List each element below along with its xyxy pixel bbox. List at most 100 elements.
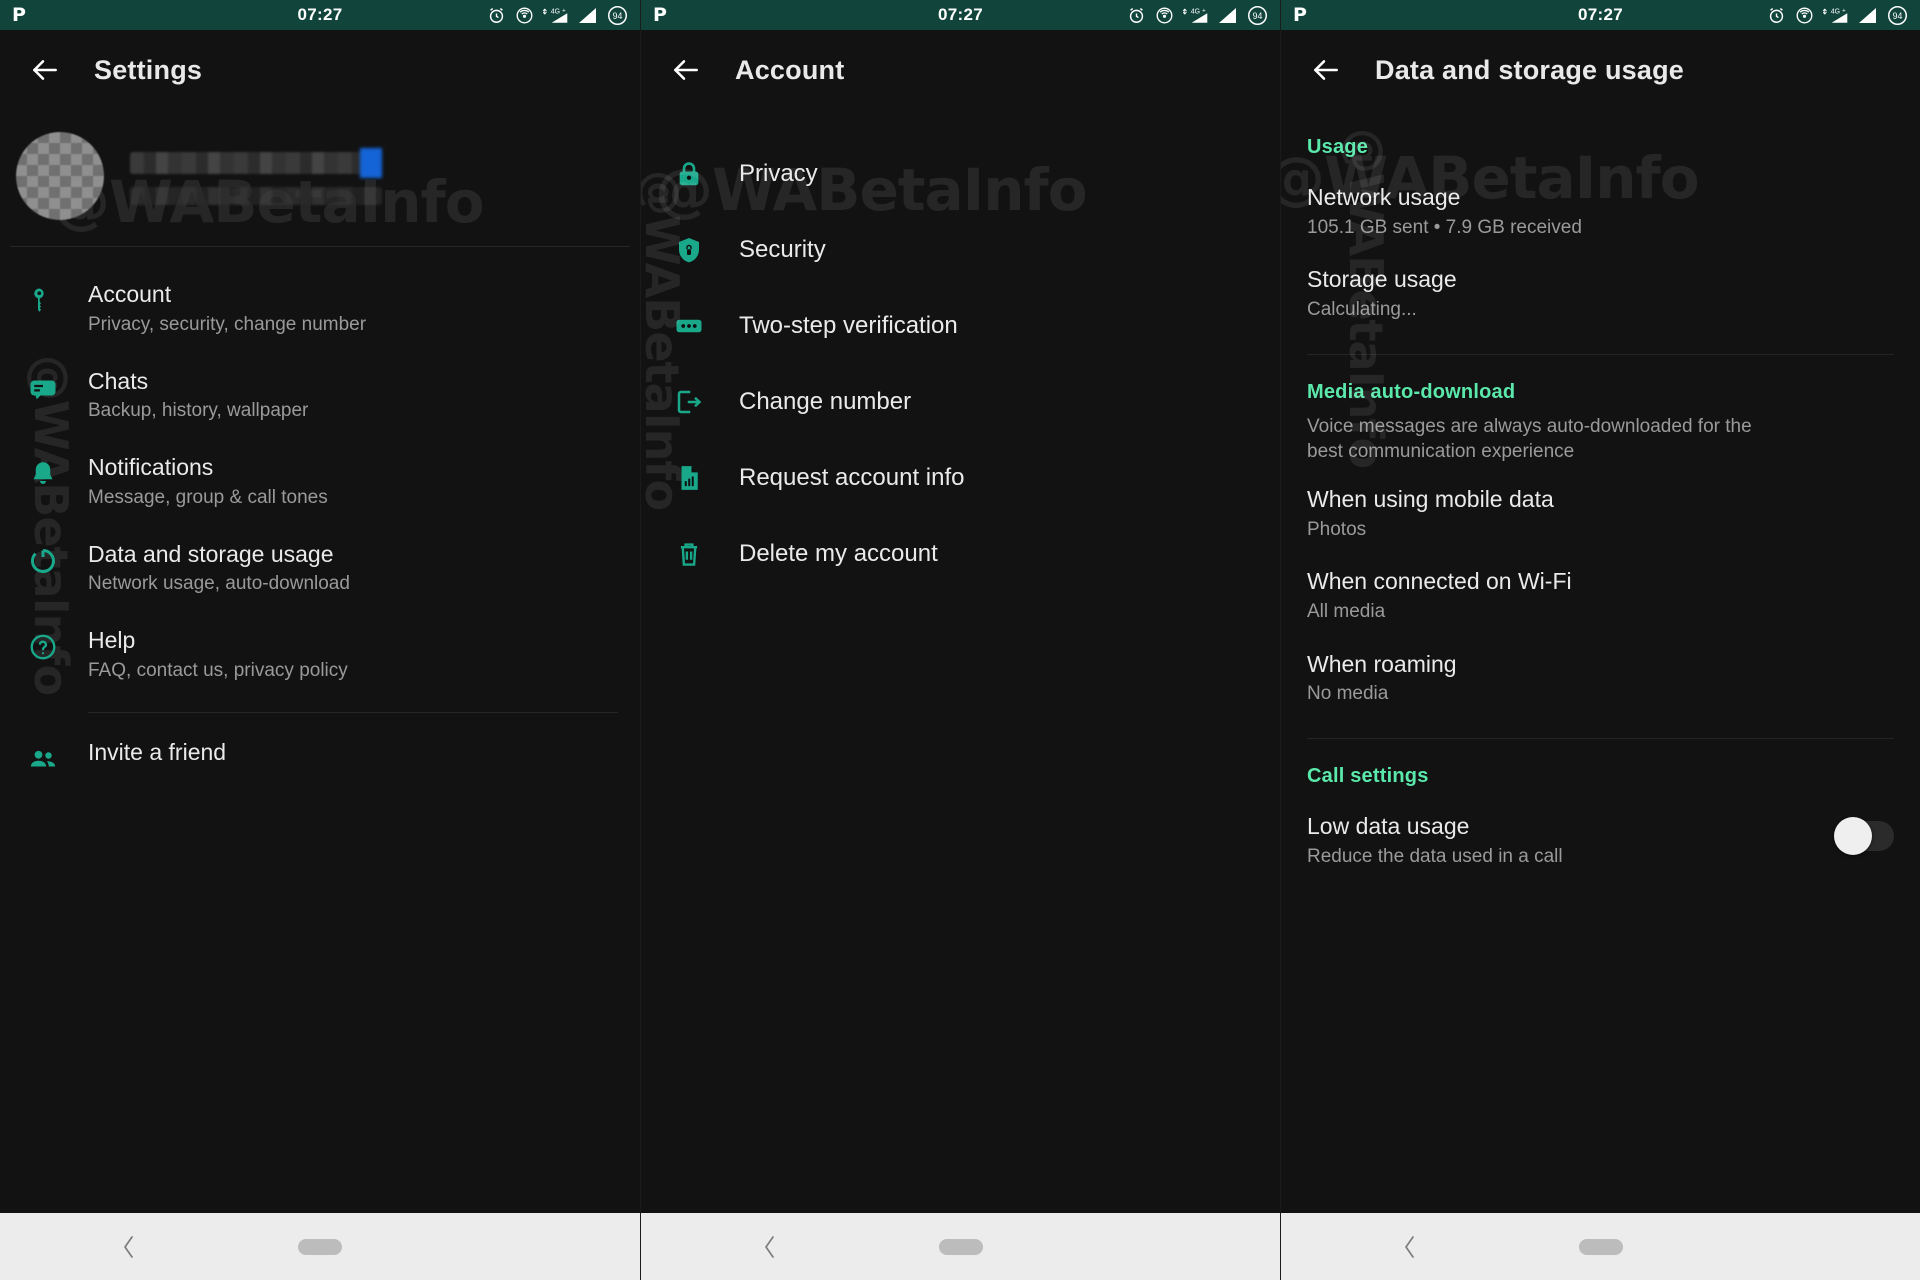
settings-item-title: Data and storage usage xyxy=(88,540,350,569)
status-bar-clock: 07:27 xyxy=(1483,5,1718,25)
account-item-request-account-info[interactable]: Request account info xyxy=(641,440,1280,516)
settings-app-bar: Settings xyxy=(0,30,640,110)
data-item-storage-usage[interactable]: Storage usage Calculating... xyxy=(1307,245,1894,327)
status-bar-icons: 4G + 94 xyxy=(438,5,628,26)
data-item-subtitle: Calculating... xyxy=(1307,299,1457,322)
account-item-title: Security xyxy=(739,236,826,264)
svg-text:4G: 4G xyxy=(1191,8,1200,15)
data-item-title: When using mobile data xyxy=(1307,486,1554,514)
settings-item-text: Notifications Message, group & call tone… xyxy=(88,453,328,510)
data-item-title: When roaming xyxy=(1307,651,1457,679)
data-item-text: When using mobile data Photos xyxy=(1307,486,1554,541)
battery-level-text: 94 xyxy=(1893,11,1903,21)
data-item-when-connected-on-wifi[interactable]: When connected on Wi-Fi All media xyxy=(1307,547,1894,629)
data-item-when-roaming[interactable]: When roaming No media xyxy=(1307,630,1894,712)
account-item-delete-my-account[interactable]: Delete my account xyxy=(641,516,1280,592)
settings-item-data-and-storage-usage[interactable]: Data and storage usage Network usage, au… xyxy=(0,525,640,612)
data-item-subtitle: Reduce the data used in a call xyxy=(1307,846,1563,869)
back-button[interactable] xyxy=(22,47,68,93)
data-item-subtitle: Photos xyxy=(1307,519,1554,542)
hotspot-icon xyxy=(515,6,534,25)
settings-item-title: Notifications xyxy=(88,453,328,482)
data-usage-icon xyxy=(26,540,60,576)
bell-icon xyxy=(26,453,60,489)
battery-icon: 94 xyxy=(607,5,628,26)
panel-account: P 07:27 4G xyxy=(640,0,1280,1280)
section-media-auto-download: Media auto-download Voice messages are a… xyxy=(1281,355,1920,739)
data-item-title: When connected on Wi-Fi xyxy=(1307,568,1572,596)
data-4g-icon: 4G + xyxy=(1823,5,1849,25)
data-item-network-usage[interactable]: Network usage 105.1 GB sent • 7.9 GB rec… xyxy=(1307,163,1894,245)
key-icon xyxy=(26,280,60,316)
settings-item-subtitle: Network usage, auto-download xyxy=(88,572,350,596)
battery-icon: 94 xyxy=(1887,5,1908,26)
account-item-security[interactable]: Security xyxy=(641,212,1280,288)
status-bar: P 07:27 4G xyxy=(1281,0,1920,30)
settings-content: @WABetaInfo @WABetaInfo xyxy=(0,110,640,1213)
account-item-change-number[interactable]: Change number xyxy=(641,364,1280,440)
data-item-subtitle: All media xyxy=(1307,601,1572,624)
account-app-bar: Account xyxy=(641,30,1280,110)
account-item-title: Two-step verification xyxy=(739,312,958,340)
three-panel-screenshot: P 07:27 4G xyxy=(0,0,1920,1280)
account-list: Privacy Security xyxy=(641,110,1280,592)
help-icon xyxy=(26,626,60,662)
battery-level-text: 94 xyxy=(613,11,623,21)
nav-back-button[interactable] xyxy=(118,1232,140,1262)
profile-status-redacted xyxy=(130,187,382,205)
nav-home-pill[interactable] xyxy=(1579,1239,1623,1255)
nav-home-pill[interactable] xyxy=(298,1239,342,1255)
account-item-two-step-verification[interactable]: Two-step verification xyxy=(641,288,1280,364)
settings-item-notifications[interactable]: Notifications Message, group & call tone… xyxy=(0,438,640,525)
settings-item-invite-a-friend[interactable]: Invite a friend xyxy=(0,723,640,789)
section-usage: Usage Network usage 105.1 GB sent • 7.9 … xyxy=(1281,110,1920,355)
account-item-title: Delete my account xyxy=(739,540,938,568)
profile-name-redacted xyxy=(130,152,378,174)
hotspot-icon xyxy=(1155,6,1174,25)
profile-text xyxy=(130,148,620,205)
document-icon xyxy=(671,463,707,493)
status-bar-clock: 07:27 xyxy=(843,5,1078,25)
svg-text:4G: 4G xyxy=(1831,8,1840,15)
status-bar: P 07:27 4G xyxy=(0,0,640,30)
battery-level-text: 94 xyxy=(1253,11,1263,21)
data-item-when-using-mobile-data[interactable]: When using mobile data Photos xyxy=(1307,465,1894,547)
section-heading: Usage xyxy=(1307,110,1894,163)
settings-item-chats[interactable]: Chats Backup, history, wallpaper xyxy=(0,352,640,439)
section-call-settings: Call settings Low data usage Reduce the … xyxy=(1281,739,1920,874)
settings-item-subtitle: Message, group & call tones xyxy=(88,486,328,510)
page-title: Account xyxy=(735,55,844,86)
section-note: Voice messages are always auto-downloade… xyxy=(1307,408,1777,465)
account-item-title: Change number xyxy=(739,388,911,416)
settings-item-account[interactable]: Account Privacy, security, change number xyxy=(0,265,640,352)
change-number-icon xyxy=(671,387,707,417)
back-button[interactable] xyxy=(663,47,709,93)
svg-text:+: + xyxy=(1202,8,1206,14)
data-item-subtitle: 105.1 GB sent • 7.9 GB received xyxy=(1307,217,1582,240)
settings-item-help[interactable]: Help FAQ, contact us, privacy policy xyxy=(0,611,640,698)
account-content: @WABetaInfo @WABetaInfo Privacy xyxy=(641,110,1280,1213)
page-title: Data and storage usage xyxy=(1375,55,1684,86)
nav-back-button[interactable] xyxy=(759,1232,781,1262)
settings-item-text: Invite a friend xyxy=(88,738,226,767)
two-step-icon xyxy=(671,311,707,341)
settings-item-subtitle: Backup, history, wallpaper xyxy=(88,399,308,423)
android-nav-bar xyxy=(0,1213,640,1280)
panel-data-and-storage-usage: P 07:27 4G xyxy=(1280,0,1920,1280)
svg-text:+: + xyxy=(1842,8,1846,14)
signal-icon xyxy=(1218,6,1238,24)
account-item-privacy[interactable]: Privacy xyxy=(641,136,1280,212)
section-heading: Call settings xyxy=(1307,739,1894,792)
profile-row[interactable] xyxy=(0,110,640,246)
data-4g-icon: 4G + xyxy=(1183,5,1209,25)
low-data-usage-toggle[interactable] xyxy=(1838,821,1894,851)
shield-icon xyxy=(671,235,707,265)
settings-item-text: Account Privacy, security, change number xyxy=(88,280,366,337)
data-item-text: Low data usage Reduce the data used in a… xyxy=(1307,813,1563,868)
nav-back-button[interactable] xyxy=(1399,1232,1421,1262)
nav-home-pill[interactable] xyxy=(939,1239,983,1255)
data-item-text: Network usage 105.1 GB sent • 7.9 GB rec… xyxy=(1307,184,1582,239)
back-button[interactable] xyxy=(1303,47,1349,93)
data-item-low-data-usage[interactable]: Low data usage Reduce the data used in a… xyxy=(1307,792,1894,874)
settings-item-title: Help xyxy=(88,626,348,655)
